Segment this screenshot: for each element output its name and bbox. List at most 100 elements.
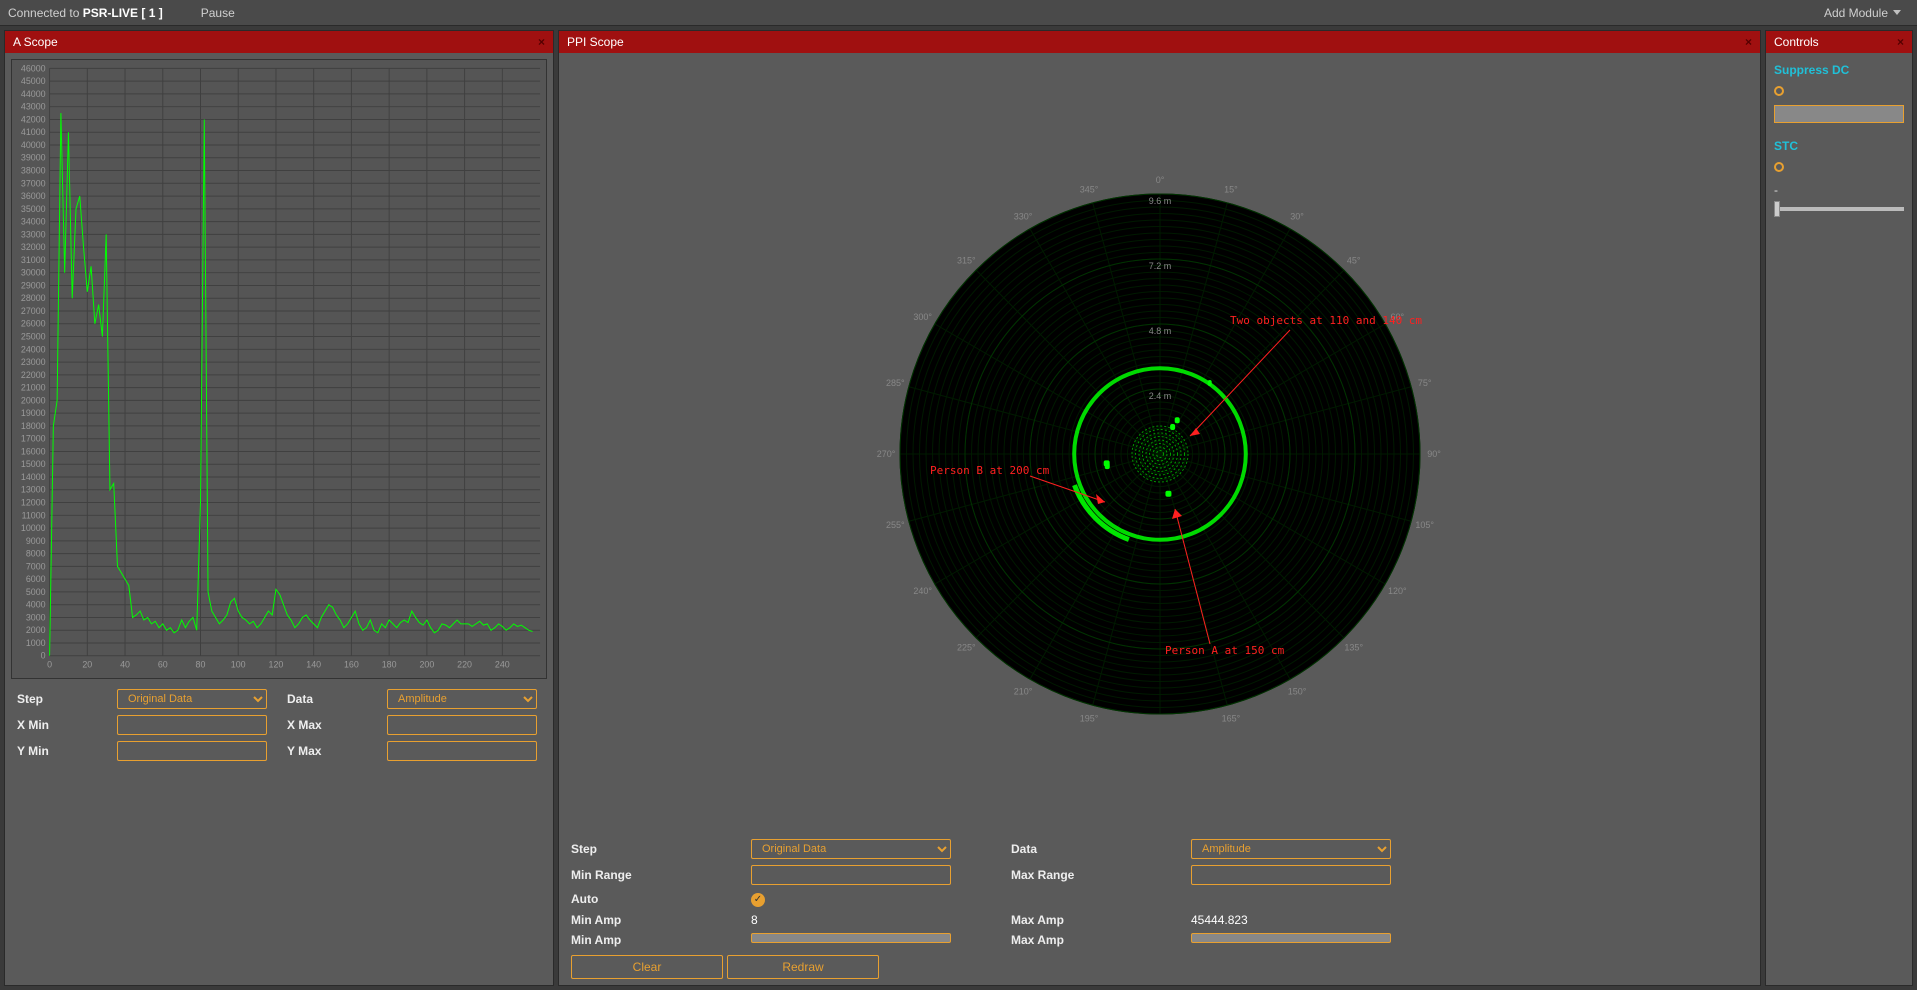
ppi-step-select[interactable]: Original Data <box>751 839 951 859</box>
svg-text:20000: 20000 <box>21 395 46 405</box>
svg-text:15°: 15° <box>1224 184 1238 194</box>
data-select[interactable]: Amplitude <box>387 689 537 709</box>
top-toolbar: Connected to PSR-LIVE [ 1 ] Pause Add Mo… <box>0 0 1917 26</box>
svg-text:2000: 2000 <box>26 625 46 635</box>
svg-text:20: 20 <box>82 660 92 670</box>
ascope-header: A Scope × <box>5 31 553 53</box>
svg-text:240°: 240° <box>913 586 932 596</box>
svg-text:1000: 1000 <box>26 638 46 648</box>
svg-text:105°: 105° <box>1415 520 1434 530</box>
xmax-label: X Max <box>287 715 367 735</box>
svg-text:5000: 5000 <box>26 587 46 597</box>
auto-checkbox[interactable]: ✓ <box>751 893 765 907</box>
close-icon[interactable]: × <box>538 35 545 49</box>
svg-text:330°: 330° <box>1013 212 1032 222</box>
svg-text:210°: 210° <box>1013 686 1032 696</box>
svg-text:220: 220 <box>457 660 472 670</box>
svg-text:41000: 41000 <box>21 127 46 137</box>
ymax-input[interactable] <box>387 741 537 761</box>
redraw-button[interactable]: Redraw <box>727 955 879 979</box>
svg-text:9000: 9000 <box>26 536 46 546</box>
svg-text:25000: 25000 <box>21 332 46 342</box>
ymin-input[interactable] <box>117 741 267 761</box>
svg-text:14000: 14000 <box>21 472 46 482</box>
svg-text:34000: 34000 <box>21 217 46 227</box>
caret-down-icon <box>1893 10 1901 15</box>
svg-text:23000: 23000 <box>21 357 46 367</box>
svg-text:16000: 16000 <box>21 446 46 456</box>
minrange-label: Min Range <box>571 865 691 885</box>
xmax-input[interactable] <box>387 715 537 735</box>
svg-text:0: 0 <box>47 660 52 670</box>
close-icon[interactable]: × <box>1897 35 1904 49</box>
svg-text:4000: 4000 <box>26 600 46 610</box>
svg-text:35000: 35000 <box>21 204 46 214</box>
svg-text:36000: 36000 <box>21 191 46 201</box>
svg-text:33000: 33000 <box>21 229 46 239</box>
svg-text:240: 240 <box>495 660 510 670</box>
svg-text:40000: 40000 <box>21 140 46 150</box>
svg-text:0: 0 <box>41 651 46 661</box>
ppi-data-select[interactable]: Amplitude <box>1191 839 1391 859</box>
add-module-button[interactable]: Add Module <box>1816 4 1909 22</box>
step-label: Step <box>17 689 97 709</box>
close-icon[interactable]: × <box>1745 35 1752 49</box>
clear-button[interactable]: Clear <box>571 955 723 979</box>
ppi-data-label: Data <box>1011 839 1131 859</box>
svg-text:21000: 21000 <box>21 383 46 393</box>
svg-text:345°: 345° <box>1079 184 1098 194</box>
svg-text:120°: 120° <box>1387 586 1406 596</box>
svg-text:31000: 31000 <box>21 255 46 265</box>
minamp-value: 8 <box>751 913 951 927</box>
maxrange-input[interactable] <box>1191 865 1391 885</box>
svg-text:18000: 18000 <box>21 421 46 431</box>
svg-text:90°: 90° <box>1427 449 1441 459</box>
data-label: Data <box>287 689 367 709</box>
svg-text:45000: 45000 <box>21 76 46 86</box>
svg-text:12000: 12000 <box>21 498 46 508</box>
svg-text:26000: 26000 <box>21 319 46 329</box>
svg-text:Person A at 150 cm: Person A at 150 cm <box>1165 644 1285 657</box>
svg-text:7.2 m: 7.2 m <box>1148 261 1171 271</box>
controls-header: Controls × <box>1766 31 1912 53</box>
step-select[interactable]: Original Data <box>117 689 267 709</box>
svg-text:39000: 39000 <box>21 153 46 163</box>
svg-text:225°: 225° <box>956 643 975 653</box>
svg-text:44000: 44000 <box>21 89 46 99</box>
minrange-input[interactable] <box>751 865 951 885</box>
svg-text:38000: 38000 <box>21 166 46 176</box>
minamp-slider[interactable] <box>751 933 951 943</box>
ppi-step-label: Step <box>571 839 691 859</box>
svg-text:195°: 195° <box>1079 714 1098 724</box>
svg-text:37000: 37000 <box>21 178 46 188</box>
svg-text:160: 160 <box>344 660 359 670</box>
xmin-input[interactable] <box>117 715 267 735</box>
svg-text:Person B at 200 cm: Person B at 200 cm <box>930 464 1050 477</box>
suppress-dc-input[interactable] <box>1774 105 1904 123</box>
svg-text:Two objects at 110 and 140 cm: Two objects at 110 and 140 cm <box>1230 314 1422 327</box>
connection-status: Connected to PSR-LIVE [ 1 ] <box>8 6 163 20</box>
svg-text:15000: 15000 <box>21 459 46 469</box>
xmin-label: X Min <box>17 715 97 735</box>
maxamp-value: 45444.823 <box>1191 913 1391 927</box>
pause-button[interactable]: Pause <box>193 4 243 22</box>
svg-text:120: 120 <box>269 660 284 670</box>
svg-text:180°: 180° <box>1150 723 1169 724</box>
ppi-display: 2.4 m4.8 m7.2 m9.6 m0°15°30°45°60°75°90°… <box>565 59 1754 829</box>
svg-text:2.4 m: 2.4 m <box>1148 391 1171 401</box>
stc-slider[interactable] <box>1774 203 1904 215</box>
stc-radio[interactable] <box>1774 162 1784 172</box>
svg-text:150°: 150° <box>1287 686 1306 696</box>
svg-text:270°: 270° <box>876 449 895 459</box>
svg-text:17000: 17000 <box>21 434 46 444</box>
svg-text:11000: 11000 <box>22 510 46 520</box>
svg-text:27000: 27000 <box>21 306 46 316</box>
suppress-dc-radio[interactable] <box>1774 86 1784 96</box>
svg-text:200: 200 <box>419 660 434 670</box>
svg-text:13000: 13000 <box>21 485 46 495</box>
ppi-header: PPI Scope × <box>559 31 1760 53</box>
svg-text:40: 40 <box>120 660 130 670</box>
svg-text:80: 80 <box>196 660 206 670</box>
auto-label: Auto <box>571 891 691 907</box>
maxamp-slider[interactable] <box>1191 933 1391 943</box>
